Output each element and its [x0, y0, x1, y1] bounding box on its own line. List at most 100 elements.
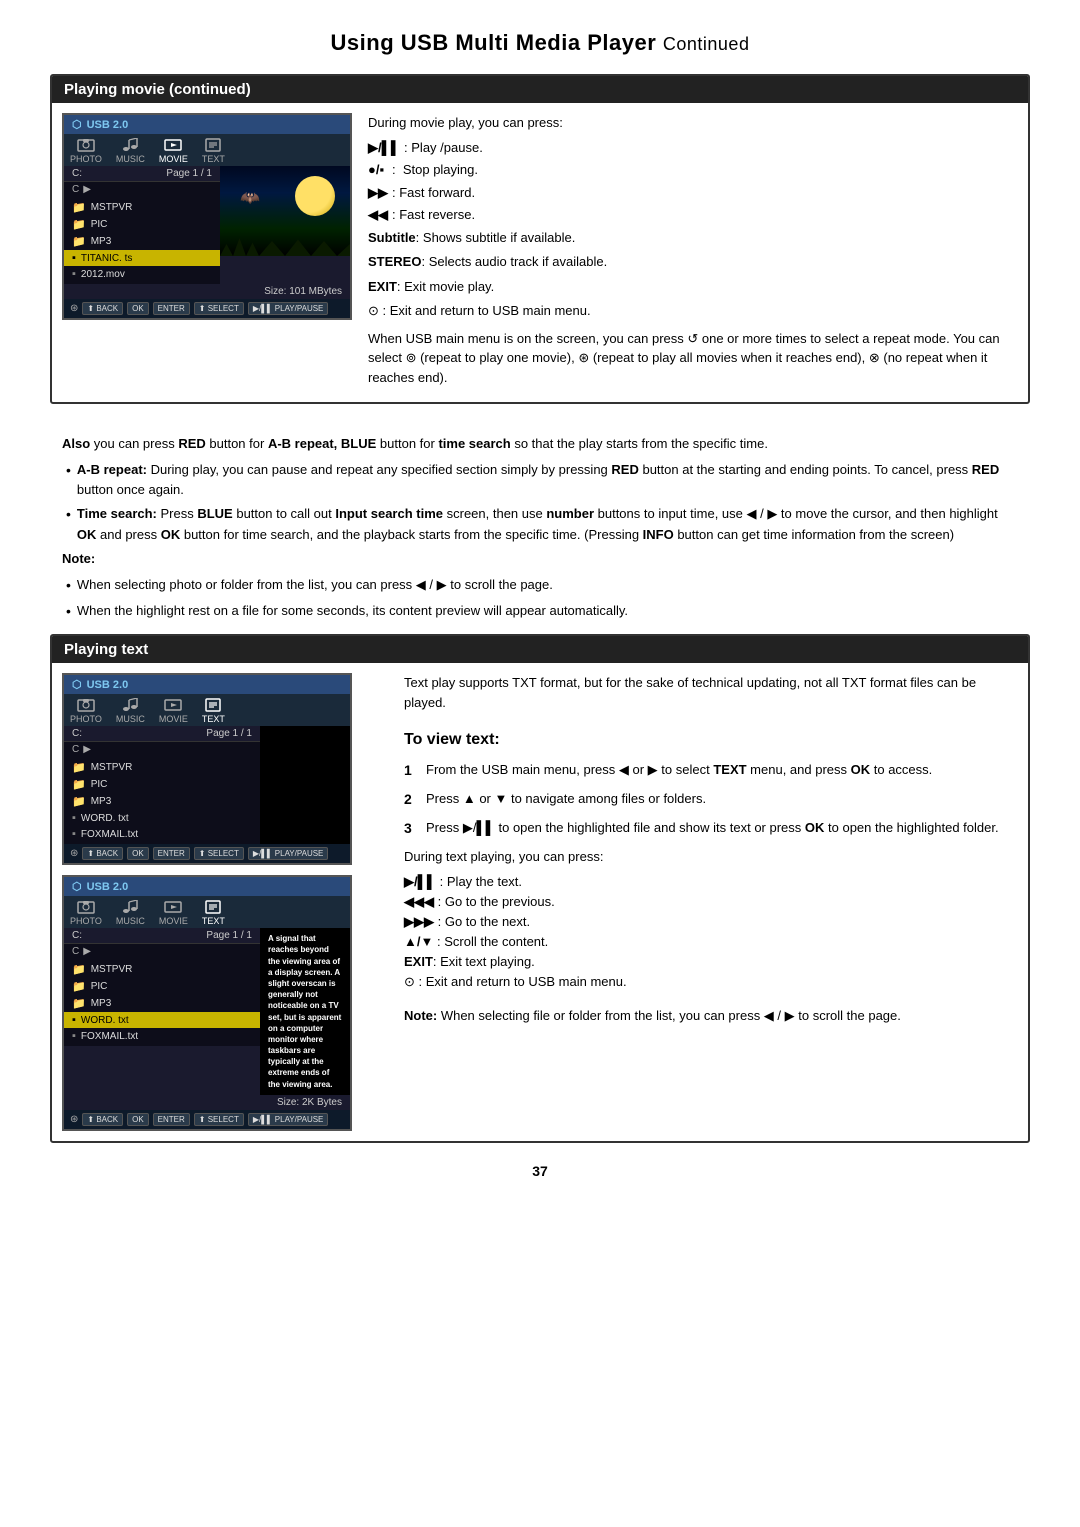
playpause-btn[interactable]: ▶/▌▌ PLAY/PAUSE [248, 302, 329, 315]
size-label: Size: 101 MBytes [264, 286, 342, 297]
note2: When the highlight rest on a file for so… [62, 601, 1018, 623]
usb-file-list: 📁 MSTPVR 📁 PIC 📁 MP3 [64, 197, 220, 284]
path-label2: C: [72, 728, 82, 739]
size-bar: Size: 101 MBytes [64, 284, 350, 299]
control-fr: ◀◀ : Fast reverse. [368, 205, 1018, 225]
title-continued: Continued [663, 34, 750, 54]
tab-movie2[interactable]: MOVIE [159, 698, 188, 724]
file-word2[interactable]: ▪ WORD. txt [64, 1012, 260, 1028]
to-view-header: To view text: [404, 728, 1016, 753]
music-icon [121, 138, 139, 152]
playing-text-header: Playing text [52, 636, 1028, 663]
enter-btn2[interactable]: ENTER [153, 847, 190, 860]
playing-text-content: ⬡ USB 2.0 PHOTO [52, 663, 1028, 1141]
page-number: 37 [50, 1163, 1030, 1179]
step3: 3 Press ▶/▌▌ to open the highlighted fil… [404, 818, 1016, 840]
playpause-btn3[interactable]: ▶/▌▌ PLAY/PAUSE [248, 1113, 329, 1126]
exit-line: EXIT: Exit movie play. [368, 277, 1018, 297]
text-theta-line: ⊙ : Exit and return to USB main menu. [404, 972, 1016, 992]
drive-c-row3: C ▶ [64, 944, 260, 959]
path-label3: C: [72, 930, 82, 941]
usb-file-area: C: Page 1 / 1 C ▶ 📁 MSTPVR [64, 166, 220, 284]
file-mp32[interactable]: 📁 MP3 [64, 793, 260, 810]
tab-music3[interactable]: MUSIC [116, 900, 145, 926]
tab-music2[interactable]: MUSIC [116, 698, 145, 724]
file-mstpvr[interactable]: 📁 MSTPVR [64, 199, 220, 216]
moon-scene: 🦇 [220, 166, 350, 256]
playing-movie-section: Playing movie (continued) ⬡ USB 2.0 [50, 74, 1030, 404]
select-btn2[interactable]: ⬆ SELECT [194, 847, 244, 860]
usb-path2: C: Page 1 / 1 [64, 726, 260, 742]
usb-icon: ⬡ [72, 118, 82, 131]
tab-text3[interactable]: TEXT [202, 900, 225, 926]
back-btn[interactable]: ⬆ BACK [82, 302, 123, 315]
usb-header3: ⬡ USB 2.0 [64, 877, 350, 896]
file-mstpvr3[interactable]: 📁 MSTPVR [64, 961, 260, 978]
note-header: Note: [62, 549, 1018, 569]
ok-btn2[interactable]: OK [127, 847, 149, 860]
bottom-bar2: ⊛ ⬆ BACK OK ENTER ⬆ SELECT ▶/▌▌ PLAY/PAU… [64, 844, 350, 863]
file-mp33[interactable]: 📁 MP3 [64, 995, 260, 1012]
file-pic2[interactable]: 📁 PIC [64, 776, 260, 793]
tab-photo3[interactable]: PHOTO [70, 900, 102, 926]
usb-screen-text1: ⬡ USB 2.0 PHOTO [62, 673, 352, 865]
ok-btn3[interactable]: OK [127, 1113, 149, 1126]
tab-music[interactable]: MUSIC [116, 138, 145, 164]
bottom-bar3: ⊛ ⬆ BACK OK ENTER ⬆ SELECT ▶/▌▌ PLAY/PAU… [64, 1110, 350, 1129]
page-info: Page 1 / 1 [166, 168, 212, 179]
file-foxmail2[interactable]: ▪ FOXMAIL.txt [64, 1028, 260, 1044]
tab-movie[interactable]: MOVIE [159, 138, 188, 164]
tab-text[interactable]: TEXT [202, 138, 225, 164]
text-preview-panel: A signal that reaches beyond the viewing… [260, 928, 350, 1095]
text-format-intro: Text play supports TXT format, but for t… [404, 673, 1016, 713]
tab-movie3[interactable]: MOVIE [159, 900, 188, 926]
tab-photo[interactable]: PHOTO [70, 138, 102, 164]
music-icon2 [121, 698, 139, 712]
music-icon3 [121, 900, 139, 914]
ok-btn[interactable]: OK [127, 302, 149, 315]
text-icon [204, 138, 222, 152]
path-label: C: [72, 168, 82, 179]
playing-movie-header: Playing movie (continued) [52, 76, 1028, 103]
text-note: Note: When selecting file or folder from… [404, 1006, 1016, 1026]
enter-btn3[interactable]: ENTER [153, 1113, 190, 1126]
ab-repeat-item: A-B repeat: During play, you can pause a… [62, 460, 1018, 500]
also-text: Also you can press RED button for A-B re… [62, 434, 1018, 454]
back-btn3[interactable]: ⬆ BACK [82, 1113, 123, 1126]
text-icon2 [204, 698, 222, 712]
file-pic[interactable]: 📁 PIC [64, 216, 220, 233]
repeat-text: When USB main menu is on the screen, you… [368, 329, 1018, 388]
file-pic3[interactable]: 📁 PIC [64, 978, 260, 995]
playpause-btn2[interactable]: ▶/▌▌ PLAY/PAUSE [248, 847, 329, 860]
file-foxmail1[interactable]: ▪ FOXMAIL.txt [64, 826, 260, 842]
text-preview-empty [260, 726, 350, 844]
file-2012[interactable]: ▪ 2012.mov [64, 266, 220, 282]
text-control-prev: ◀◀◀ : Go to the previous. [404, 892, 1016, 912]
enter-btn[interactable]: ENTER [153, 302, 190, 315]
usb-header2: ⬡ USB 2.0 [64, 675, 350, 694]
playing-text-right: Text play supports TXT format, but for t… [392, 663, 1028, 1141]
usb-header: ⬡ USB 2.0 [64, 115, 350, 134]
select-btn[interactable]: ⬆ SELECT [194, 302, 244, 315]
usb-screen-text2: ⬡ USB 2.0 PHOTO [62, 875, 352, 1131]
drive-c-row: C ▶ [64, 182, 220, 197]
movie-icon3 [164, 900, 182, 914]
movie-content: ⬡ USB 2.0 PHOTO [52, 103, 1028, 402]
file-word1[interactable]: ▪ WORD. txt [64, 810, 260, 826]
moon [295, 176, 335, 216]
movie-usb-screen: ⬡ USB 2.0 PHOTO [62, 113, 352, 392]
movie-text-side: During movie play, you can press: ▶/▌▌ :… [368, 113, 1018, 392]
size-label3: Size: 2K Bytes [277, 1097, 342, 1108]
tab-text2[interactable]: TEXT [202, 698, 225, 724]
text-control-scroll: ▲/▼ : Scroll the content. [404, 932, 1016, 952]
select-btn3[interactable]: ⬆ SELECT [194, 1113, 244, 1126]
step2: 2 Press ▲ or ▼ to navigate among files o… [404, 789, 1016, 811]
back-btn2[interactable]: ⬆ BACK [82, 847, 123, 860]
file-mp3[interactable]: 📁 MP3 [64, 233, 220, 250]
file-mstpvr2[interactable]: 📁 MSTPVR [64, 759, 260, 776]
file-titanic[interactable]: ▪ TITANIC. ts [64, 250, 220, 266]
usb-label2: USB 2.0 [87, 679, 129, 691]
usb-label: USB 2.0 [87, 119, 129, 131]
movie-preview: 🦇 [220, 166, 350, 256]
tab-photo2[interactable]: PHOTO [70, 698, 102, 724]
